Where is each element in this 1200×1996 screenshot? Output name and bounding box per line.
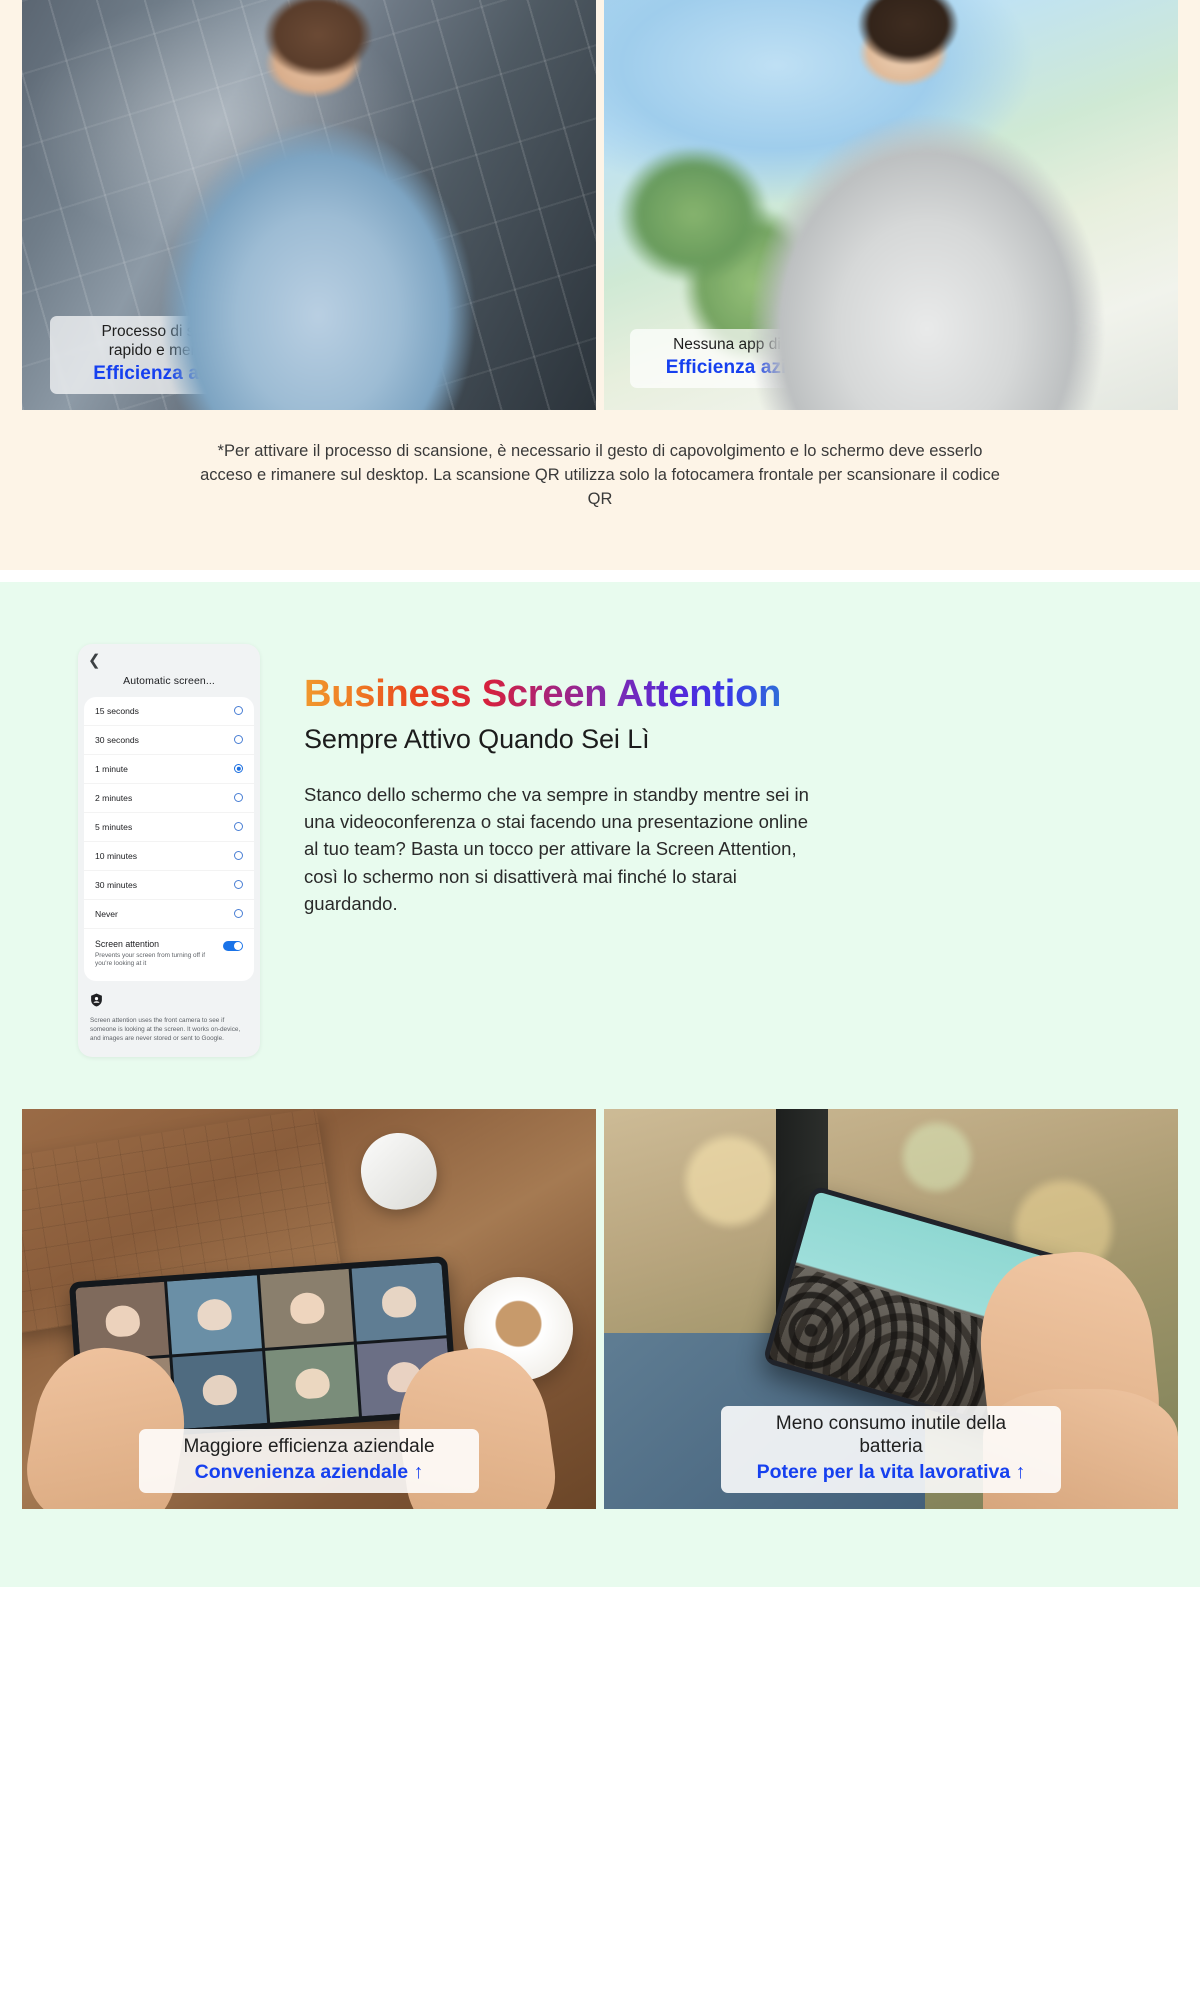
radio-button[interactable] — [234, 735, 243, 745]
caption-bottom-text: Convenienza aziendale ↑ — [194, 1461, 424, 1484]
settings-header: ❮ Automatic screen... — [78, 644, 260, 697]
screen-attention-row[interactable]: Screen attention Prevents your screen fr… — [84, 929, 254, 981]
feature-body: Stanco dello schermo che va sempre in st… — [304, 783, 809, 915]
screen-attention-section: ❮ Automatic screen... 15 seconds 30 seco… — [0, 581, 1200, 1588]
section-divider — [0, 569, 1200, 582]
screen-attention-title: Screen attention — [95, 938, 160, 949]
radio-button[interactable] — [234, 880, 243, 890]
radio-button[interactable] — [234, 909, 243, 919]
phone-device-left — [237, 217, 352, 366]
scan-photo-right: Nessuna app di scansione Efficienza azie… — [604, 0, 1178, 410]
privacy-note: Screen attention uses the front camera t… — [78, 981, 260, 1047]
feature-copy: Business Screen Attention Sempre Attivo … — [260, 644, 814, 918]
caption-plate-benefit-left: Maggiore efficienza aziendale Convenienz… — [139, 1429, 479, 1494]
timeout-option-row[interactable]: 5 minutes — [84, 813, 254, 842]
settings-title: Automatic screen... — [123, 674, 215, 687]
caption-plate-right: Nessuna app di scansione Efficienza azie… — [630, 329, 898, 388]
video-tile — [167, 1275, 262, 1354]
timeout-option-row[interactable]: 15 seconds — [84, 697, 254, 726]
video-tile — [264, 1344, 359, 1423]
privacy-shield-icon — [91, 993, 102, 1007]
timeout-options-list: 15 seconds 30 seconds 1 minute 2 minutes… — [84, 696, 254, 981]
privacy-note-text: Screen attention uses the front camera t… — [90, 1016, 241, 1042]
option-label: Never — [95, 908, 118, 919]
caption-top-text: Maggiore efficienza aziendale — [183, 1436, 435, 1458]
benefit-photo-right: Meno consumo inutile della batteria Pote… — [604, 1109, 1178, 1510]
caption-top-text: Nessuna app di scansione — [673, 336, 855, 354]
option-label: 10 minutes — [95, 850, 138, 861]
caption-plate-benefit-right: Meno consumo inutile della batteria Pote… — [721, 1406, 1061, 1494]
caption-plate-left: Processo di scansione più rapido e meno … — [50, 316, 333, 394]
scan-photo-row: Processo di scansione più rapido e meno … — [0, 0, 1200, 410]
mouse-object — [352, 1125, 444, 1217]
phone-settings-panel: ❮ Automatic screen... 15 seconds 30 seco… — [78, 643, 260, 1058]
timeout-option-row[interactable]: Never — [84, 900, 254, 929]
video-tile — [172, 1350, 267, 1430]
feature-subhead: Sempre Attivo Quando Sei Lì — [304, 723, 650, 754]
section-bottom-spacer — [0, 1509, 1200, 1588]
caption-top-text: Meno consumo inutile della batteria — [775, 1413, 1007, 1458]
chevron-left-icon[interactable]: ❮ — [88, 653, 250, 668]
caption-top-text: Processo di scansione più rapido e meno … — [101, 323, 282, 360]
timeout-option-row[interactable]: 1 minute — [84, 755, 254, 784]
feature-headline: Business Screen Attention — [304, 672, 782, 715]
radio-button[interactable] — [234, 851, 243, 861]
radio-button[interactable] — [234, 706, 243, 716]
caption-bottom-text: Efficienza aziendale ↑ — [93, 363, 290, 384]
timeout-option-row[interactable]: 30 seconds — [84, 726, 254, 755]
camera-module-icon — [843, 218, 875, 261]
option-label: 2 minutes — [95, 792, 133, 803]
benefit-photo-left: Maggiore efficienza aziendale Convenienz… — [22, 1109, 596, 1510]
option-label: 5 minutes — [95, 821, 133, 832]
radio-button-selected[interactable] — [234, 764, 243, 774]
option-label: 30 minutes — [95, 879, 138, 890]
option-label: 30 seconds — [95, 734, 139, 745]
feature-row: ❮ Automatic screen... 15 seconds 30 seco… — [0, 643, 1200, 1058]
caption-bottom-text: Efficienza aziendale ↑ — [665, 357, 863, 378]
caption-bottom-text: Potere per la vita lavorativa ↑ — [756, 1461, 1026, 1484]
scan-footnote: *Per attivare il processo di scansione, … — [200, 442, 1000, 508]
video-tile — [351, 1262, 446, 1342]
timeout-option-row[interactable]: 10 minutes — [84, 842, 254, 871]
video-tile — [259, 1268, 354, 1348]
radio-button[interactable] — [234, 822, 243, 832]
option-label: 15 seconds — [95, 705, 139, 716]
screen-attention-description: Prevents your screen from turning off if… — [95, 951, 205, 968]
scan-section: Processo di scansione più rapido e meno … — [0, 0, 1200, 570]
timeout-option-row[interactable]: 2 minutes — [84, 784, 254, 813]
radio-button[interactable] — [234, 793, 243, 803]
option-label: 1 minute — [95, 763, 128, 774]
timeout-option-row[interactable]: 30 minutes — [84, 871, 254, 900]
scan-photo-left: Processo di scansione più rapido e meno … — [22, 0, 596, 410]
screen-attention-toggle[interactable] — [223, 940, 243, 952]
phone-device-right — [830, 199, 933, 335]
camera-module-icon — [253, 240, 288, 286]
benefit-photo-row: Maggiore efficienza aziendale Convenienz… — [0, 1057, 1200, 1510]
